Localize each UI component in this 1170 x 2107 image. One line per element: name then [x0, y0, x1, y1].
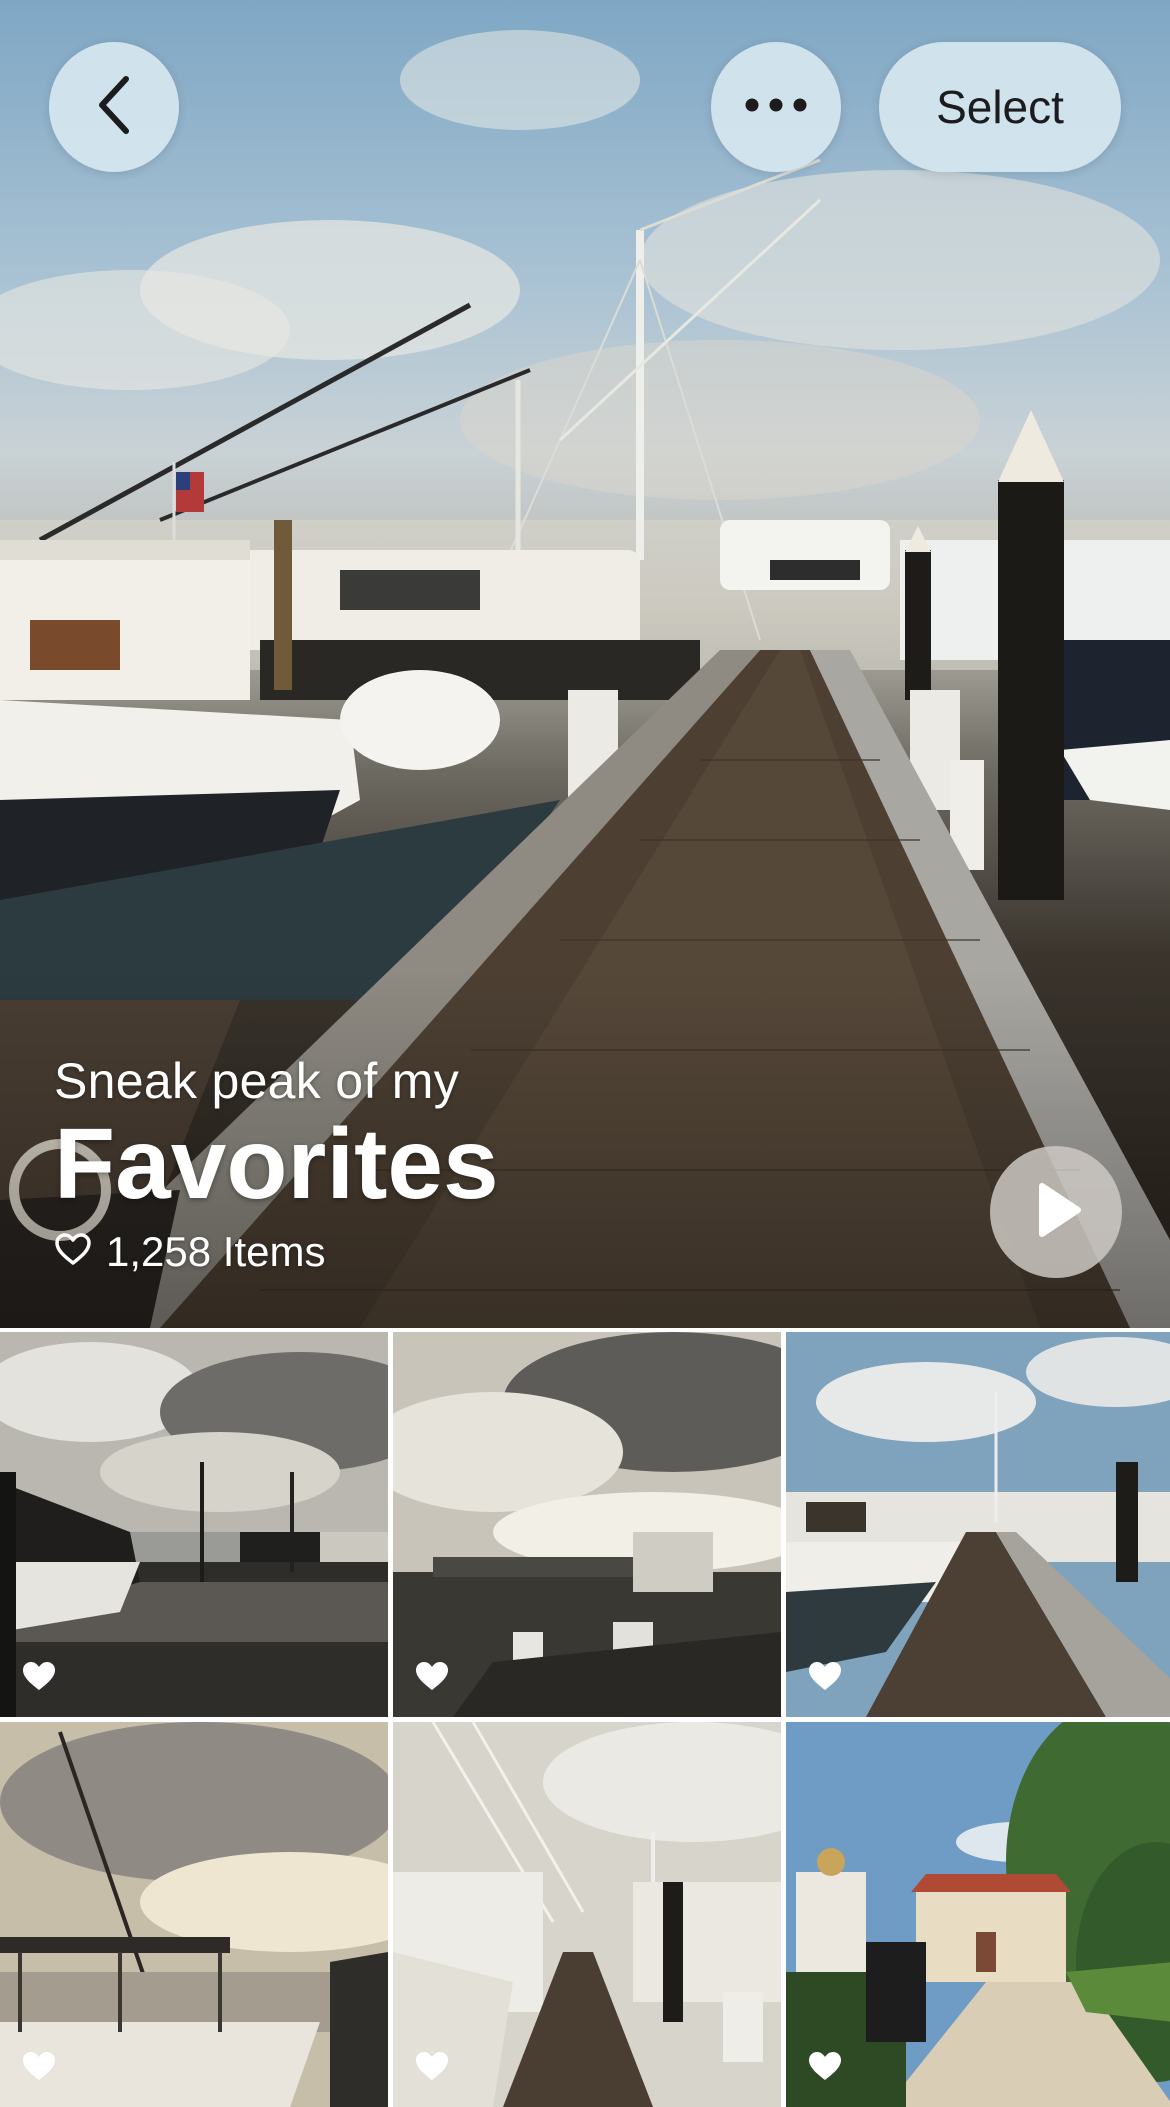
heart-filled-icon — [413, 2049, 453, 2089]
heart-filled-icon — [413, 1659, 453, 1699]
more-options-button[interactable] — [711, 42, 841, 172]
heart-outline-icon — [54, 1228, 92, 1276]
photo-tile[interactable] — [786, 1332, 1170, 1717]
play-slideshow-button[interactable] — [990, 1146, 1122, 1278]
back-button[interactable] — [49, 42, 179, 172]
heart-filled-icon — [20, 1659, 60, 1699]
album-hero[interactable]: Select Sneak peak of my Favorites 1,258 … — [0, 0, 1170, 1328]
play-icon — [1028, 1180, 1084, 1245]
photo-tile[interactable] — [786, 1722, 1170, 2107]
album-title: Favorites — [54, 1108, 499, 1220]
select-button[interactable]: Select — [879, 42, 1121, 172]
chevron-left-icon — [92, 73, 136, 142]
album-subtitle: Sneak peak of my — [54, 1053, 460, 1109]
photo-tile[interactable] — [0, 1722, 388, 2107]
heart-filled-icon — [806, 2049, 846, 2089]
photo-tile[interactable] — [0, 1332, 388, 1717]
album-info: Sneak peak of my Favorites 1,258 Items — [54, 1052, 499, 1276]
photo-tile[interactable] — [393, 1332, 781, 1717]
heart-filled-icon — [806, 1659, 846, 1699]
ellipsis-icon — [744, 97, 808, 118]
album-count-label: 1,258 Items — [106, 1228, 326, 1275]
album-count: 1,258 Items — [54, 1228, 499, 1276]
photo-tile[interactable] — [393, 1722, 781, 2107]
heart-filled-icon — [20, 2049, 60, 2089]
